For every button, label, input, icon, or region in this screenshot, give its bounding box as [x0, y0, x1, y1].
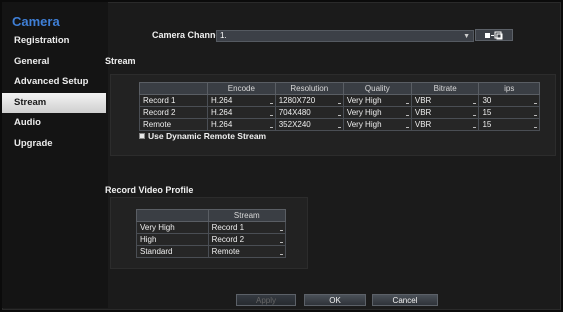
sidebar-item-upgrade[interactable]: Upgrade — [2, 134, 106, 154]
copy-settings-button[interactable] — [475, 29, 513, 41]
row-label: Record 2 — [139, 106, 208, 119]
record-video-profile-heading: Record Video Profile — [105, 185, 194, 195]
table-header: ips — [478, 82, 540, 95]
table-row: Very High Record 1 — [136, 221, 287, 234]
row-label: Standard — [136, 245, 209, 258]
table-row: Record 1 H.264 1280X720 Very High VBR 30 — [139, 94, 540, 107]
stream-heading: Stream — [105, 56, 136, 66]
dynamic-stream-checkbox[interactable] — [139, 133, 145, 139]
quality-select[interactable]: Very High — [342, 94, 412, 107]
table-header: Bitrate — [410, 82, 480, 95]
quality-select[interactable]: Very High — [342, 106, 412, 119]
sidebar-title: Camera — [12, 14, 60, 29]
cancel-button[interactable]: Cancel — [372, 294, 438, 306]
row-label: Remote — [139, 118, 208, 131]
resolution-select[interactable]: 704X480 — [274, 106, 344, 119]
dynamic-stream-label: Use Dynamic Remote Stream — [148, 131, 267, 141]
table-row: Remote H.264 352X240 Very High VBR 15 — [139, 118, 540, 131]
resolution-select[interactable]: 352X240 — [274, 118, 344, 131]
stream-table: Encode Resolution Quality Bitrate ips Re… — [139, 82, 540, 131]
encode-select[interactable]: H.264 — [206, 94, 276, 107]
bitrate-select[interactable]: VBR — [410, 118, 480, 131]
sidebar-item-registration[interactable]: Registration — [2, 31, 106, 51]
ips-select[interactable]: 15 — [478, 106, 540, 119]
bitrate-select[interactable]: VBR — [410, 94, 480, 107]
profile-stream-select[interactable]: Remote — [207, 245, 287, 258]
ips-select[interactable]: 30 — [478, 94, 540, 107]
sidebar: Camera Registration General Advanced Set… — [2, 2, 108, 308]
sidebar-item-advanced-setup[interactable]: Advanced Setup — [2, 72, 106, 92]
copy-icon — [485, 31, 503, 39]
ok-button[interactable]: OK — [304, 294, 366, 306]
table-row: High Record 2 — [136, 233, 287, 246]
row-label: High — [136, 233, 209, 246]
sidebar-item-audio[interactable]: Audio — [2, 113, 106, 133]
table-header — [139, 82, 208, 95]
camera-channels-select[interactable]: 1. ▼ — [216, 30, 474, 42]
table-header: Encode — [206, 82, 276, 95]
table-row: Record 2 H.264 704X480 Very High VBR 15 — [139, 106, 540, 119]
camera-channels-value: 1. — [220, 31, 227, 40]
apply-button[interactable]: Apply — [236, 294, 296, 306]
profile-stream-select[interactable]: Record 1 — [207, 221, 287, 234]
content-area: Camera Channels 1. ▼ Stream Encode Resol… — [105, 2, 558, 308]
table-header-row: Encode Resolution Quality Bitrate ips — [139, 82, 540, 95]
record-profile-table: Stream Very High Record 1 High Record 2 … — [136, 209, 287, 258]
table-row: Standard Remote — [136, 245, 287, 258]
encode-select[interactable]: H.264 — [206, 106, 276, 119]
resolution-select[interactable]: 1280X720 — [274, 94, 344, 107]
chevron-down-icon: ▼ — [463, 33, 470, 40]
row-label: Very High — [136, 221, 209, 234]
ips-select[interactable]: 15 — [478, 118, 540, 131]
row-label: Record 1 — [139, 94, 208, 107]
table-header: Resolution — [274, 82, 344, 95]
sidebar-item-stream[interactable]: Stream — [2, 93, 106, 113]
profile-stream-select[interactable]: Record 2 — [207, 233, 287, 246]
quality-select[interactable]: Very High — [342, 118, 412, 131]
table-header: Quality — [342, 82, 412, 95]
sidebar-item-general[interactable]: General — [2, 52, 106, 72]
table-header-row: Stream — [136, 209, 287, 222]
table-header — [136, 209, 209, 222]
table-header: Stream — [207, 209, 287, 222]
bitrate-select[interactable]: VBR — [410, 106, 480, 119]
encode-select[interactable]: H.264 — [206, 118, 276, 131]
